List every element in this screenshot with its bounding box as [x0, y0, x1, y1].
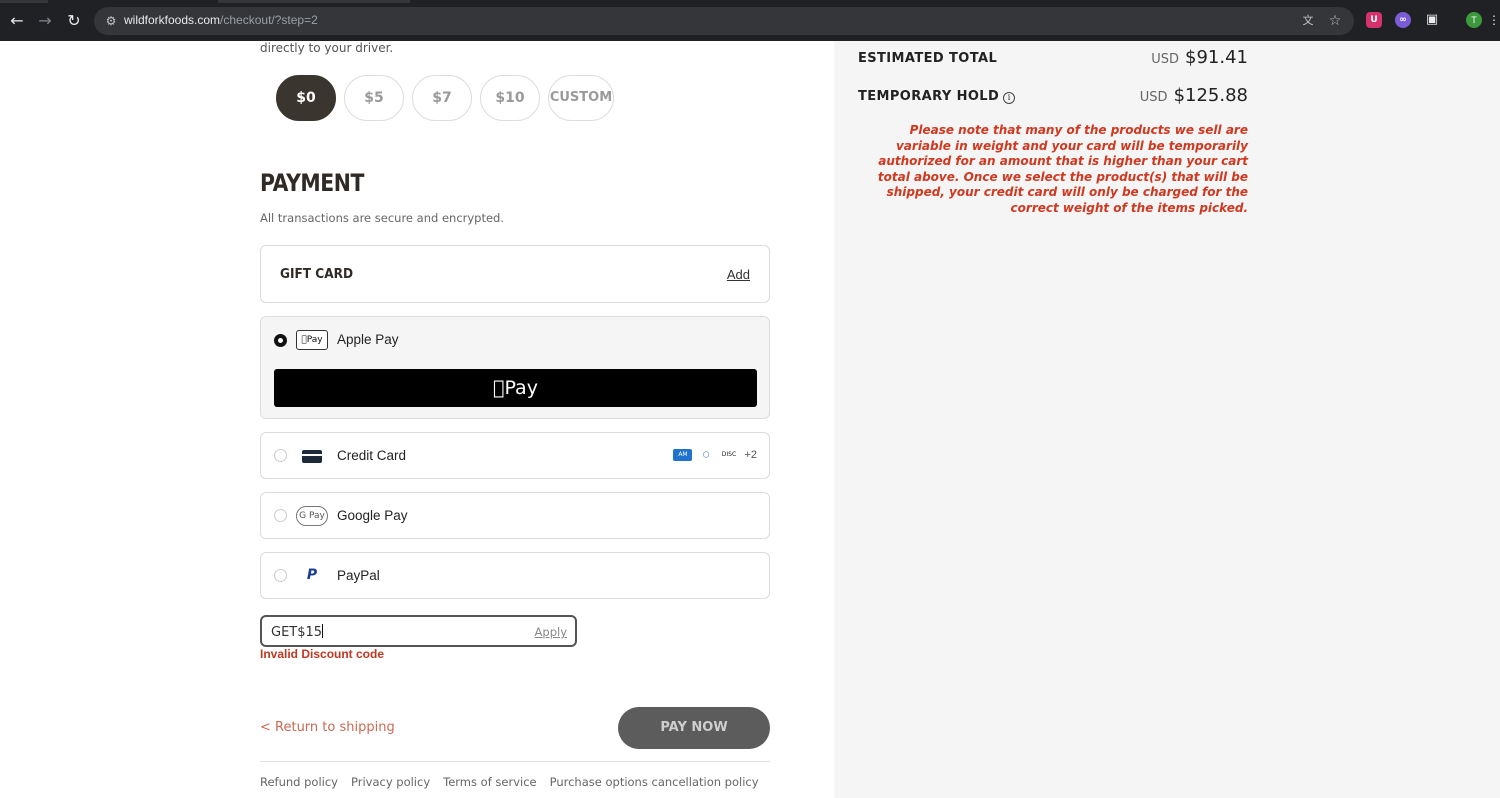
payment-method-google-pay[interactable]: G Pay Google Pay	[260, 492, 770, 539]
reload-icon[interactable]: ↻	[62, 9, 86, 33]
site-settings-icon[interactable]: ⚙	[104, 14, 118, 28]
amex-icon: AM	[673, 449, 693, 461]
variable-weight-note: Please note that many of the products we…	[877, 123, 1248, 215]
temporary-hold-amount: $125.88	[1173, 85, 1248, 106]
credit-card-radio[interactable]	[274, 449, 287, 462]
gift-card-section: GIFT CARD Add	[260, 245, 770, 303]
credit-card-label: Credit Card	[337, 448, 407, 463]
paypal-radio[interactable]	[274, 569, 287, 582]
translate-icon[interactable]: 文	[1300, 13, 1316, 29]
browser-menu-icon[interactable]: ⋮	[1488, 12, 1500, 28]
cancellation-policy-link[interactable]: Purchase options cancellation policy	[550, 775, 759, 789]
tip-option-custom[interactable]: CUSTOM	[548, 75, 614, 121]
footer-divider	[260, 761, 770, 762]
forward-icon[interactable]: →	[33, 9, 57, 33]
tab-strip	[0, 0, 1500, 3]
discover-icon: DISC	[719, 449, 739, 461]
google-pay-label: Google Pay	[337, 508, 408, 523]
gift-card-add-link[interactable]: Add	[727, 267, 750, 282]
checkout-main: directly to your driver. $0 $5 $7 $10 CU…	[260, 41, 770, 798]
discount-code-value[interactable]: GET$15	[271, 625, 322, 640]
browser-toolbar: ← → ↻ ⚙ wildforkfoods.com/checkout/?step…	[0, 0, 1500, 41]
google-pay-icon: G Pay	[296, 506, 328, 526]
card-brand-logos: AM ◯ DISC +2	[673, 449, 757, 461]
extension-purple-icon[interactable]: ∞	[1395, 12, 1411, 28]
address-bar[interactable]: ⚙ wildforkfoods.com/checkout/?step=2 文 ☆	[94, 7, 1354, 35]
payment-heading: PAYMENT	[260, 169, 364, 197]
payment-method-paypal[interactable]: P PayPal	[260, 552, 770, 599]
apply-discount-button[interactable]: Apply	[535, 625, 567, 639]
tip-driver-text: directly to your driver.	[260, 41, 394, 55]
apple-pay-label: Apple Pay	[337, 332, 399, 347]
discount-code-input[interactable]: GET$15 Apply	[260, 615, 577, 647]
tip-option-0[interactable]: $0	[276, 75, 336, 121]
url-text[interactable]: wildforkfoods.com/checkout/?step=2	[124, 13, 318, 27]
apple-pay-radio[interactable]	[274, 334, 287, 347]
payment-method-apple-pay[interactable]: Pay Apple Pay Pay	[260, 316, 770, 419]
estimated-total-row: ESTIMATED TOTAL USD $91.41	[858, 47, 1248, 71]
google-pay-radio[interactable]	[274, 509, 287, 522]
profile-avatar[interactable]: T	[1466, 12, 1482, 28]
apple-pay-button[interactable]: Pay	[274, 369, 757, 407]
info-icon[interactable]: i	[1003, 92, 1016, 104]
return-to-shipping-link[interactable]: < Return to shipping	[260, 720, 395, 735]
policy-links: Refund policy Privacy policy Terms of se…	[260, 775, 759, 789]
temporary-hold-label: TEMPORARY HOLD i	[858, 89, 1016, 104]
temporary-hold-currency: USD	[1139, 90, 1168, 105]
tip-option-7[interactable]: $7	[412, 75, 472, 121]
back-icon[interactable]: ←	[5, 9, 29, 33]
apple-logo-icon: 	[493, 377, 504, 399]
tip-option-10[interactable]: $10	[480, 75, 540, 121]
payment-subtitle: All transactions are secure and encrypte…	[260, 211, 505, 225]
estimated-total-amount: $91.41	[1185, 47, 1248, 68]
diners-club-icon: ◯	[696, 449, 716, 461]
tip-option-5[interactable]: $5	[344, 75, 404, 121]
payment-method-credit-card[interactable]: Credit Card AM ◯ DISC +2	[260, 432, 770, 479]
order-summary-panel: ESTIMATED TOTAL USD $91.41 TEMPORARY HOLD…	[834, 41, 1500, 798]
bookmark-star-icon[interactable]: ☆	[1326, 12, 1344, 30]
refund-policy-link[interactable]: Refund policy	[260, 775, 338, 789]
credit-card-icon	[302, 450, 322, 463]
paypal-icon: P	[306, 567, 318, 583]
pay-now-button[interactable]: PAY NOW	[618, 707, 770, 749]
estimated-total-label: ESTIMATED TOTAL	[858, 51, 998, 66]
extension-shield-icon[interactable]: U	[1366, 12, 1382, 28]
more-brands-count: +2	[744, 449, 757, 461]
paypal-label: PayPal	[337, 568, 380, 583]
privacy-policy-link[interactable]: Privacy policy	[351, 775, 430, 789]
extensions-puzzle-icon[interactable]: ▣	[1424, 12, 1440, 28]
temporary-hold-row: TEMPORARY HOLD i USD $125.88	[858, 85, 1248, 109]
discount-error-message: Invalid Discount code	[260, 647, 385, 661]
gift-card-label: GIFT CARD	[280, 266, 354, 282]
apple-pay-icon: Pay	[296, 330, 328, 350]
estimated-total-currency: USD	[1151, 52, 1180, 67]
terms-of-service-link[interactable]: Terms of service	[443, 775, 536, 789]
